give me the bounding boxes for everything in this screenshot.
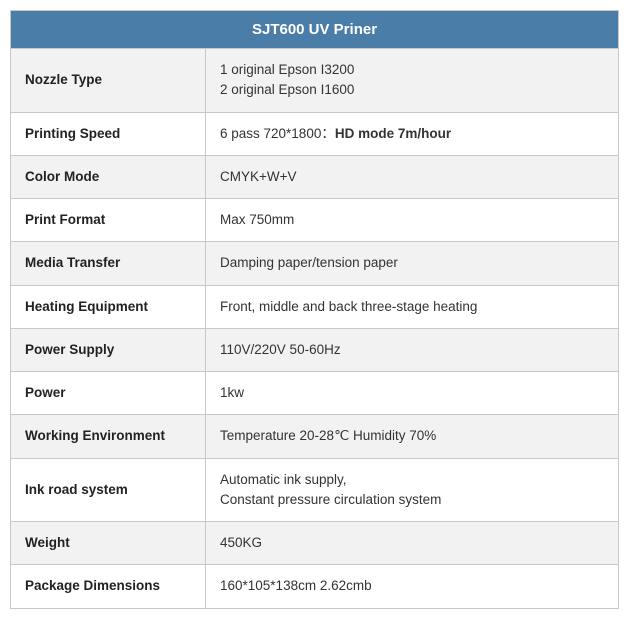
spec-label: Weight [11, 522, 206, 565]
table-header-title: SJT600 UV Priner [11, 11, 619, 49]
table-row: Weight450KG [11, 522, 619, 565]
table-row: Media TransferDamping paper/tension pape… [11, 242, 619, 285]
spec-label: Nozzle Type [11, 49, 206, 113]
spec-label: Printing Speed [11, 112, 206, 155]
spec-value: Temperature 20-28℃ Humidity 70% [206, 415, 619, 458]
spec-value: Damping paper/tension paper [206, 242, 619, 285]
spec-label: Ink road system [11, 458, 206, 522]
spec-value: Automatic ink supply,Constant pressure c… [206, 458, 619, 522]
spec-value: Front, middle and back three-stage heati… [206, 285, 619, 328]
table-row: Power1kw [11, 372, 619, 415]
table-row: Working EnvironmentTemperature 20-28℃ Hu… [11, 415, 619, 458]
spec-label: Power [11, 372, 206, 415]
spec-label: Color Mode [11, 155, 206, 198]
table-row: Heating EquipmentFront, middle and back … [11, 285, 619, 328]
spec-label: Power Supply [11, 328, 206, 371]
spec-label: Heating Equipment [11, 285, 206, 328]
spec-value: 1 original Epson I32002 original Epson I… [206, 49, 619, 113]
spec-value: 1kw [206, 372, 619, 415]
spec-label: Print Format [11, 199, 206, 242]
spec-value: Max 750mm [206, 199, 619, 242]
spec-value: 450KG [206, 522, 619, 565]
table-row: Print FormatMax 750mm [11, 199, 619, 242]
table-row: Ink road systemAutomatic ink supply,Cons… [11, 458, 619, 522]
spec-label: Working Environment [11, 415, 206, 458]
spec-table: SJT600 UV Priner Nozzle Type1 original E… [10, 10, 619, 609]
table-row: Power Supply110V/220V 50-60Hz [11, 328, 619, 371]
spec-label: Package Dimensions [11, 565, 206, 608]
spec-value: 110V/220V 50-60Hz [206, 328, 619, 371]
spec-value: 6 pass 720*1800：HD mode 7m/hour [206, 112, 619, 155]
spec-value: 160*105*138cm 2.62cmb [206, 565, 619, 608]
spec-label: Media Transfer [11, 242, 206, 285]
table-row: Package Dimensions160*105*138cm 2.62cmb [11, 565, 619, 608]
table-row: Printing Speed6 pass 720*1800：HD mode 7m… [11, 112, 619, 155]
table-row: Color ModeCMYK+W+V [11, 155, 619, 198]
table-row: Nozzle Type1 original Epson I32002 origi… [11, 49, 619, 113]
spec-value: CMYK+W+V [206, 155, 619, 198]
